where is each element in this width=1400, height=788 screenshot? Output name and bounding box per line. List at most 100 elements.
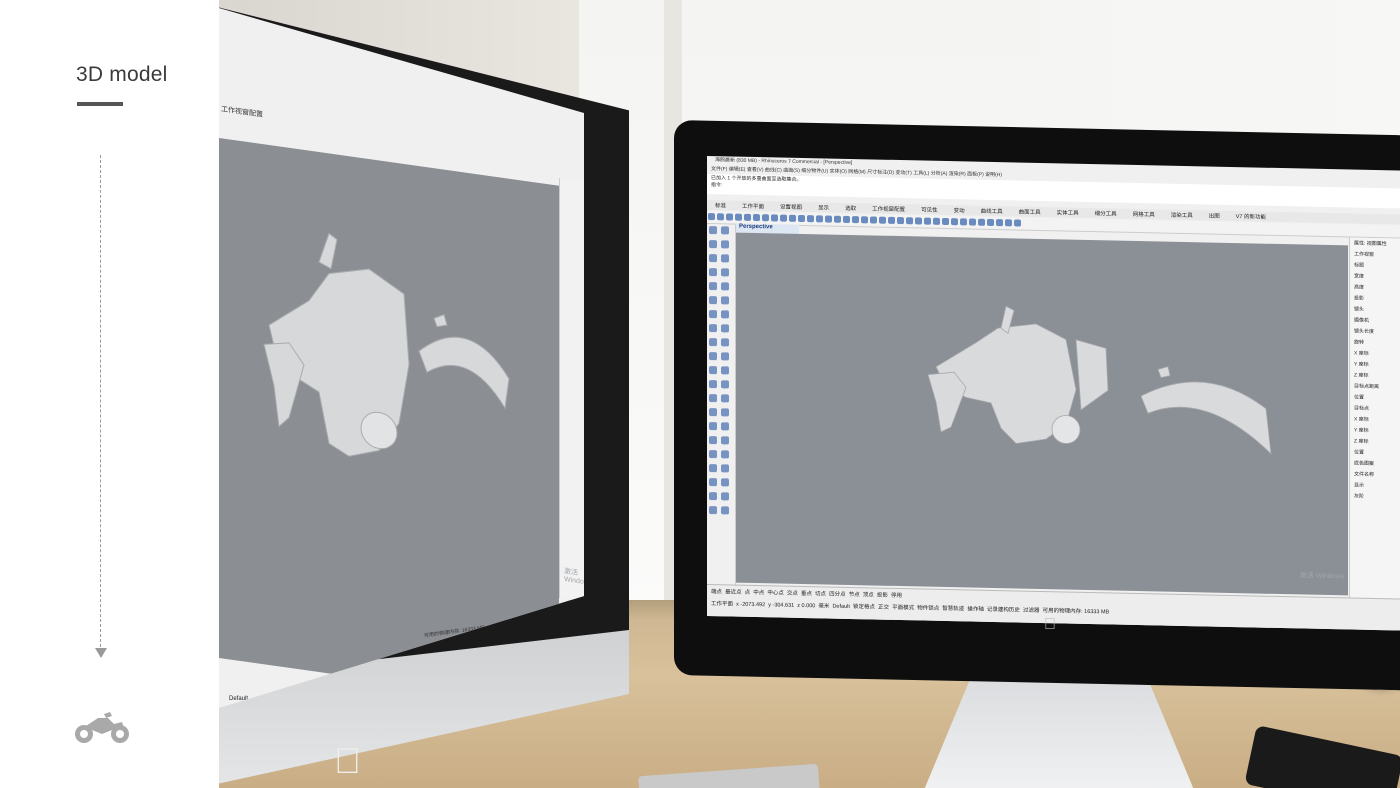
tool-icon[interactable] [708, 213, 715, 221]
tool-icon[interactable] [721, 450, 729, 459]
tool-icon[interactable] [709, 324, 717, 333]
osnap[interactable]: 顶点 [863, 592, 874, 598]
tool-icon[interactable] [721, 506, 729, 515]
osnap[interactable]: 四分点 [829, 592, 846, 598]
osnap[interactable]: 垂点 [801, 591, 812, 597]
osnap[interactable]: 交点 [787, 591, 798, 597]
tool-icon[interactable] [709, 338, 717, 347]
tool-icon[interactable] [1005, 219, 1012, 227]
tool-icon[interactable] [709, 310, 717, 319]
tool-icon[interactable] [721, 324, 729, 333]
tool-icon[interactable] [1014, 219, 1021, 227]
tab[interactable]: 曲面工具 [1011, 206, 1049, 217]
tool-icon[interactable] [721, 338, 729, 347]
tool-icon[interactable] [721, 310, 729, 319]
tool-icon[interactable] [834, 215, 841, 223]
tool-icon[interactable] [721, 422, 729, 431]
tool-icon[interactable] [721, 352, 729, 361]
tool-icon[interactable] [852, 216, 859, 224]
tool-icon[interactable] [789, 214, 796, 222]
tool-icon[interactable] [721, 268, 729, 277]
tool-icon[interactable] [721, 296, 729, 305]
tool-icon[interactable] [726, 213, 733, 221]
osnap[interactable]: 中点 [753, 590, 764, 596]
tool-icon[interactable] [879, 216, 886, 224]
tool-icon[interactable] [888, 216, 895, 224]
tool-icon[interactable] [709, 240, 717, 249]
tool-icon[interactable] [721, 380, 729, 389]
tool-icon[interactable] [978, 218, 985, 226]
tab[interactable]: 曲线工具 [973, 206, 1011, 217]
status-item[interactable]: 过滤器 [1023, 608, 1040, 614]
osnap[interactable]: 停用 [891, 593, 902, 599]
tab[interactable]: 显示 [810, 202, 837, 213]
tab[interactable]: V7 的新功能 [1228, 211, 1274, 222]
tool-icon[interactable] [721, 436, 729, 445]
tool-icon[interactable] [915, 217, 922, 225]
tool-icon[interactable] [709, 254, 717, 263]
tool-icon[interactable] [709, 226, 717, 235]
status-item[interactable]: 物件锁点 [917, 605, 939, 611]
tool-icon[interactable] [735, 213, 742, 221]
tool-icon[interactable] [816, 215, 823, 223]
status-item[interactable]: 操作轴 [967, 606, 984, 612]
tool-icon[interactable] [861, 216, 868, 224]
tool-icon[interactable] [709, 478, 717, 487]
tool-icon[interactable] [762, 214, 769, 222]
tool-icon[interactable] [942, 217, 949, 226]
osnap[interactable]: 节点 [849, 592, 860, 598]
tab[interactable]: 出图 [1201, 210, 1228, 221]
tab[interactable]: 渲染工具 [1163, 210, 1201, 221]
tool-icon[interactable] [709, 506, 717, 515]
tab[interactable]: 可见性 [913, 204, 946, 215]
tool-icon[interactable] [969, 218, 976, 226]
tool-icon[interactable] [721, 478, 729, 487]
status-item[interactable]: 锁定格点 [853, 604, 875, 610]
tool-icon[interactable] [825, 215, 832, 223]
tool-icon[interactable] [709, 282, 717, 291]
tool-icon[interactable] [987, 218, 994, 227]
status-item[interactable]: 正交 [878, 605, 889, 611]
tool-icon[interactable] [933, 217, 940, 225]
tool-icon[interactable] [870, 216, 877, 224]
tool-icon[interactable] [798, 214, 805, 223]
tool-icon[interactable] [709, 492, 717, 501]
tool-icon[interactable] [717, 213, 724, 221]
tool-icon[interactable] [709, 408, 717, 417]
tool-icon[interactable] [709, 352, 717, 361]
tool-icon[interactable] [721, 366, 729, 375]
tool-icon[interactable] [721, 254, 729, 263]
tool-icon[interactable] [709, 450, 717, 459]
tool-icon[interactable] [721, 492, 729, 501]
tab[interactable]: 细分工具 [1087, 208, 1125, 219]
osnap[interactable]: 最近点 [725, 589, 742, 595]
osnap[interactable]: 切点 [815, 591, 826, 597]
status-item[interactable]: 记录建构历史 [987, 607, 1020, 614]
tool-icon[interactable] [906, 217, 913, 225]
tool-icon[interactable] [721, 282, 729, 291]
tab[interactable]: 实体工具 [1049, 207, 1087, 218]
tool-icon[interactable] [960, 218, 967, 226]
perspective-viewport[interactable]: 激活 Windows [736, 232, 1348, 596]
tool-icon[interactable] [721, 464, 729, 473]
osnap[interactable]: 端点 [711, 589, 722, 595]
tool-icon[interactable] [709, 436, 717, 445]
tool-icon[interactable] [771, 214, 778, 222]
tool-icon[interactable] [709, 380, 717, 389]
tool-icon[interactable] [807, 215, 814, 223]
tool-icon[interactable] [709, 268, 717, 277]
tool-icon[interactable] [709, 296, 717, 305]
tool-icon[interactable] [753, 213, 760, 222]
tab[interactable]: 标准 [707, 200, 734, 211]
tool-icon[interactable] [721, 394, 729, 403]
tab[interactable]: 工作平面 [734, 201, 772, 212]
status-item[interactable]: 平面模式 [892, 605, 914, 611]
tool-icon[interactable] [924, 217, 931, 225]
tool-icon[interactable] [709, 366, 717, 375]
tool-icon[interactable] [951, 218, 958, 226]
tool-icon[interactable] [744, 213, 751, 221]
tool-icon[interactable] [721, 408, 729, 417]
tool-icon[interactable] [709, 394, 717, 403]
tool-icon[interactable] [897, 216, 904, 225]
osnap[interactable]: 中心点 [767, 590, 784, 596]
